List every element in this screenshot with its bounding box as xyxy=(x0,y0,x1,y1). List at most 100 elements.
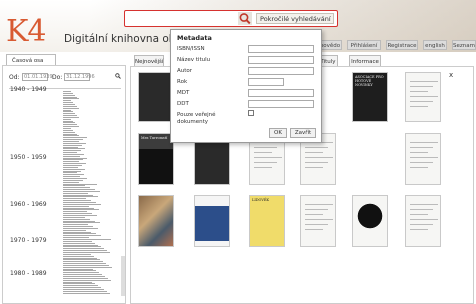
timeline-bar[interactable] xyxy=(63,129,73,131)
timeline-bar[interactable] xyxy=(63,152,77,154)
timeline-bar[interactable] xyxy=(63,165,82,166)
timeline-bar[interactable] xyxy=(63,172,77,174)
timeline-bar[interactable] xyxy=(63,257,97,259)
timeline-bar[interactable] xyxy=(63,196,98,198)
from-date-input[interactable]: 01.01.1939 xyxy=(22,73,53,81)
timeline-bar[interactable] xyxy=(63,103,75,105)
timeline-bar[interactable] xyxy=(63,166,78,168)
timeline-bar[interactable] xyxy=(63,266,112,268)
document-thumbnail[interactable]: ASOCIACE PRO HOTOVÉ NOVINKY xyxy=(352,72,388,122)
timeline-bar[interactable] xyxy=(63,140,79,142)
timeline-bar[interactable] xyxy=(63,198,86,200)
timeline-bar[interactable] xyxy=(63,261,103,263)
timeline-bar[interactable] xyxy=(63,102,73,104)
timeline-bar[interactable] xyxy=(63,218,90,220)
timeline-bar[interactable] xyxy=(63,163,86,165)
timeline-bar[interactable] xyxy=(63,240,92,242)
timeline-bar[interactable] xyxy=(63,139,83,141)
timeline-bar[interactable] xyxy=(63,255,94,257)
timeline-bar[interactable] xyxy=(63,263,106,265)
timeline-bar[interactable] xyxy=(63,126,79,128)
timeline-bar[interactable] xyxy=(63,100,71,102)
timeline-bar[interactable] xyxy=(63,189,95,191)
search-icon[interactable] xyxy=(238,12,252,25)
timeline-bar[interactable] xyxy=(63,177,87,179)
logo[interactable]: K4 xyxy=(6,14,46,49)
timeline-bar[interactable] xyxy=(63,213,92,215)
document-thumbnail[interactable] xyxy=(138,72,174,122)
document-thumbnail[interactable] xyxy=(300,195,336,247)
timeline-bar[interactable] xyxy=(63,248,104,250)
year-input[interactable] xyxy=(248,78,284,86)
timeline-bar[interactable] xyxy=(63,113,75,115)
timeline-bar[interactable] xyxy=(63,222,100,224)
timeline-bar[interactable] xyxy=(63,251,110,253)
timeline-bar[interactable] xyxy=(63,170,81,172)
timeline-bar[interactable] xyxy=(63,237,89,239)
timeline-bar[interactable] xyxy=(63,120,73,122)
timeline-bar[interactable] xyxy=(63,200,91,202)
advanced-search-button[interactable]: Pokročilé vyhledávání xyxy=(256,13,334,24)
timeline-bar[interactable] xyxy=(63,214,97,216)
timeline-bar[interactable] xyxy=(63,272,99,274)
timeline-bar[interactable] xyxy=(63,192,88,194)
timeline-bar[interactable] xyxy=(63,148,85,150)
timeline-bar[interactable] xyxy=(63,142,86,144)
timeline-bar[interactable] xyxy=(63,194,93,196)
timeline-bar[interactable] xyxy=(63,157,87,159)
timeline-bar[interactable] xyxy=(63,128,71,129)
decade-label[interactable]: 1960 - 1969 xyxy=(10,201,47,208)
timeline-bar[interactable] xyxy=(63,174,84,176)
timeline-bar[interactable] xyxy=(63,211,87,213)
ok-button[interactable]: OK xyxy=(269,128,287,138)
timeline-bar[interactable] xyxy=(63,216,85,218)
search-icon[interactable] xyxy=(115,73,121,81)
timeline-bar[interactable] xyxy=(63,250,107,252)
timeline-bar[interactable] xyxy=(63,91,71,92)
nav-item-register[interactable]: Registrace xyxy=(386,40,418,50)
close-button[interactable]: Zavřít xyxy=(290,128,316,138)
document-thumbnail[interactable] xyxy=(352,195,388,247)
close-icon[interactable]: x xyxy=(449,71,453,79)
timeline-bar[interactable] xyxy=(63,253,91,255)
timeline-bar[interactable] xyxy=(63,155,80,157)
nav-item-login[interactable]: Přihlášení xyxy=(347,40,381,50)
timeline-bar[interactable] xyxy=(63,259,100,261)
timeline-bar[interactable] xyxy=(63,144,82,146)
decade-label[interactable]: 1950 - 1959 xyxy=(10,154,47,161)
document-thumbnail[interactable] xyxy=(405,72,441,122)
timeline-bar[interactable] xyxy=(63,281,92,283)
timeline-bar[interactable] xyxy=(63,226,93,228)
timeline-bar[interactable] xyxy=(63,285,98,287)
timeline-bar[interactable] xyxy=(63,202,96,203)
timeline-scrollbar[interactable] xyxy=(121,256,125,296)
search-input[interactable] xyxy=(127,13,235,24)
timeline-bar[interactable] xyxy=(63,124,77,126)
timeline-bar[interactable] xyxy=(63,161,79,163)
mdt-input[interactable] xyxy=(248,89,314,97)
timeline-bar[interactable] xyxy=(63,220,95,222)
document-thumbnail[interactable] xyxy=(405,133,441,185)
timeline-bar[interactable] xyxy=(63,207,94,209)
title-input[interactable] xyxy=(248,56,314,64)
nav-item-english[interactable]: english xyxy=(423,40,447,50)
timeline-bar[interactable] xyxy=(63,137,87,139)
timeline-bar[interactable] xyxy=(63,276,105,277)
to-date-input[interactable]: 31.12.1996 xyxy=(64,73,95,81)
document-thumbnail[interactable] xyxy=(138,195,174,247)
timeline-bar[interactable] xyxy=(63,185,85,187)
decade-label[interactable]: 1940 - 1949 xyxy=(10,86,47,93)
timeline-bar[interactable] xyxy=(63,231,91,233)
timeline-bar[interactable] xyxy=(63,190,100,192)
timeline-bar[interactable] xyxy=(63,279,111,281)
timeline-bar[interactable] xyxy=(63,227,98,229)
timeline-bar[interactable] xyxy=(63,146,78,148)
timeline-bar[interactable] xyxy=(63,96,77,98)
timeline-bar[interactable] xyxy=(63,107,79,109)
timeline-bar[interactable] xyxy=(63,168,85,170)
document-thumbnail[interactable]: Mes Turromstí xyxy=(138,133,174,185)
timeline-bar[interactable] xyxy=(63,224,88,226)
timeline-bar[interactable] xyxy=(63,187,90,189)
document-thumbnail[interactable]: LIDOVÉK xyxy=(249,195,285,247)
timeline-bar[interactable] xyxy=(63,229,86,231)
